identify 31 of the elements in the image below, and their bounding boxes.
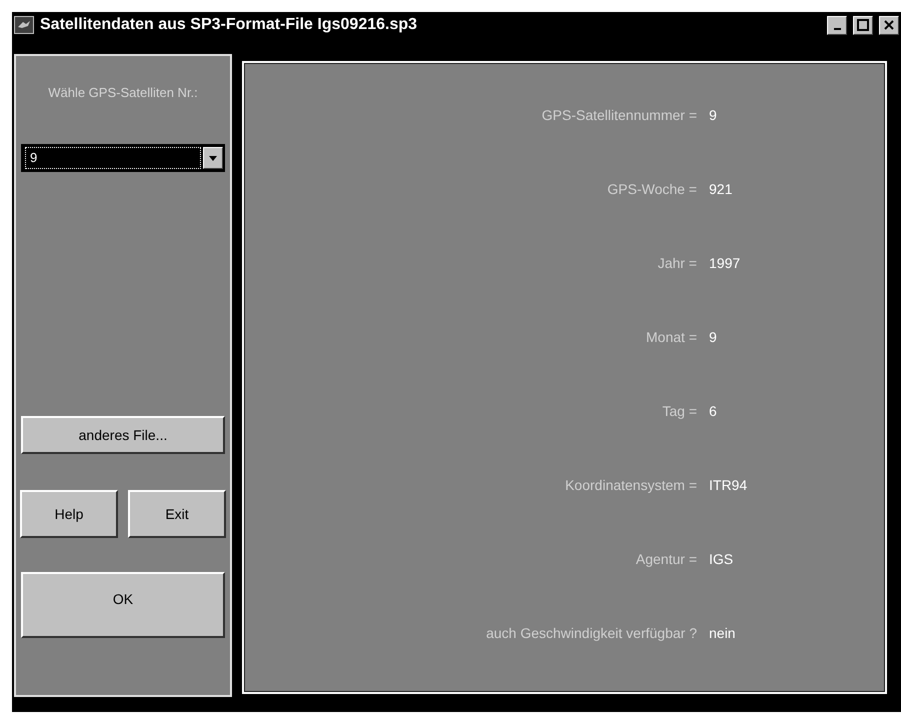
minimize-icon <box>834 28 840 30</box>
field-value: 921 <box>709 181 732 197</box>
field-label: Agentur = <box>634 551 697 567</box>
field-value: 1997 <box>709 255 740 271</box>
caret-icon <box>209 156 217 160</box>
window-title: Satellitendaten aus SP3-Format-File Igs09216.sp3 <box>40 16 418 34</box>
field-label: Jahr = <box>656 255 697 271</box>
field-value: 9 <box>709 329 717 345</box>
field-label: Monat = <box>645 329 697 345</box>
maximize-icon <box>857 19 869 31</box>
ok-button[interactable]: OK <box>21 572 225 638</box>
button[interactable]: Exit <box>128 490 226 538</box>
maximize-button[interactable] <box>853 16 873 34</box>
field-label: GPS-Satellitennummer = <box>540 107 697 123</box>
field-value: 9 <box>709 107 717 123</box>
satellite-dropdown[interactable]: 9 <box>21 144 225 172</box>
satellite-label: Wähle GPS-Satelliten Nr.: <box>48 85 198 100</box>
button[interactable]: Help <box>20 490 118 538</box>
button[interactable]: anderes File... <box>21 416 225 454</box>
close-icon <box>884 20 894 30</box>
field-value: ITR94 <box>709 477 748 493</box>
field-value: IGS <box>709 551 734 567</box>
close-button[interactable] <box>879 16 899 34</box>
dropdown-button[interactable] <box>203 147 223 169</box>
field-label: Tag = <box>661 403 697 419</box>
field-label: auch Geschwindigkeit verfügbar ? <box>485 625 697 641</box>
field-value: nein <box>709 625 736 641</box>
field-label: Koordinatensystem = <box>564 477 697 493</box>
field-label: GPS-Woche = <box>606 181 697 197</box>
minimize-button[interactable] <box>827 16 847 34</box>
field-value: 6 <box>709 403 717 419</box>
